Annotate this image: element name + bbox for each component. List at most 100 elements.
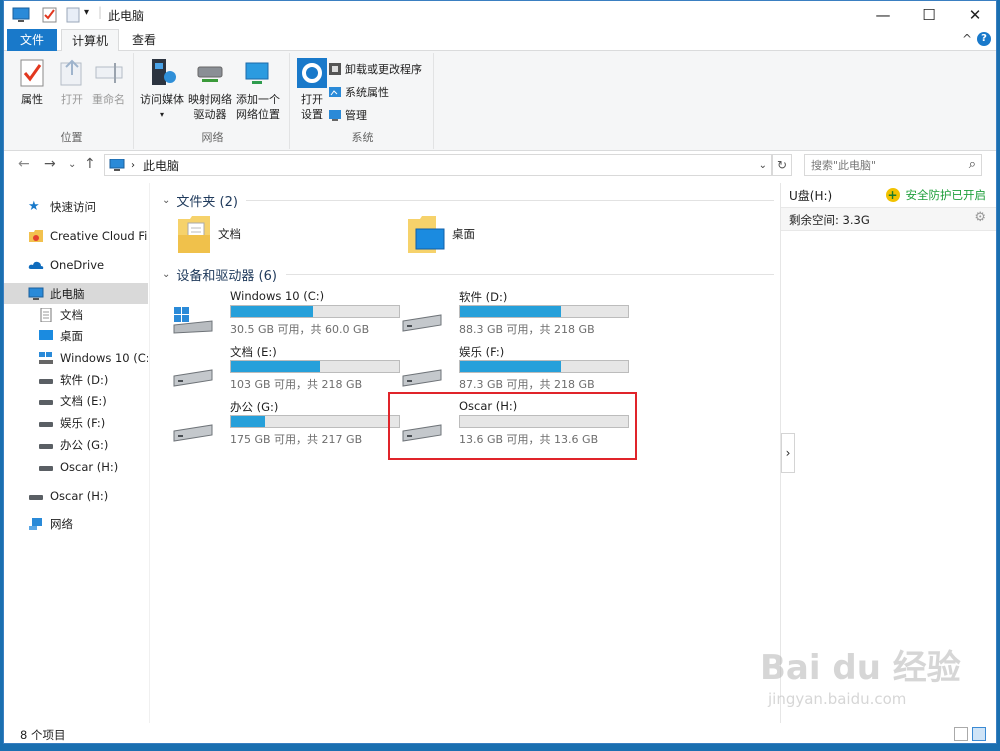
pc-icon (109, 159, 125, 171)
cloud-icon (28, 261, 44, 269)
folders-group-header[interactable]: ⌄ 文件夹 (2) (162, 191, 238, 210)
group-network-label: 网络 (201, 131, 224, 144)
nav-item-this-pc[interactable]: 此电脑 (4, 283, 148, 304)
capacity-fill (460, 306, 561, 317)
capacity-bar (459, 360, 629, 373)
nav-item-label: 快速访问 (50, 199, 96, 214)
system-properties-button[interactable]: 系统属性 (328, 82, 389, 102)
drive-item-d[interactable]: 软件 (D:) 88.3 GB 可用，共 218 GB (401, 289, 631, 341)
drive-free-space: 30.5 GB 可用，共 60.0 GB (230, 323, 370, 336)
address-bar[interactable]: › 此电脑 ⌄ (104, 154, 772, 176)
nav-item-label: 软件 (D:) (60, 372, 109, 387)
nav-item-label: 文档 (E:) (60, 393, 107, 408)
folder-label: 桌面 (452, 227, 475, 241)
nav-item-drive-d[interactable]: 软件 (D:) (4, 369, 148, 390)
drive-item-g[interactable]: 办公 (G:) 175 GB 可用，共 217 GB (172, 399, 402, 451)
refresh-icon[interactable]: ↻ (772, 154, 792, 176)
quick-access-dropdown-icon[interactable]: ▾ (84, 7, 89, 25)
new-folder-icon[interactable] (66, 6, 80, 24)
tiles-view-icon[interactable] (972, 727, 986, 741)
search-placeholder: 搜索"此电脑" (811, 159, 877, 172)
nav-item-documents[interactable]: 文档 (4, 304, 148, 325)
rename-label: 重命名 (92, 93, 125, 106)
collapse-chevron-icon[interactable]: ⌄ (162, 269, 170, 280)
nav-item-creative-cloud[interactable]: Creative Cloud Files (4, 225, 148, 246)
nav-item-network[interactable]: 网络 (4, 513, 148, 534)
add-network-location-button[interactable]: 添加一个 网络位置 (236, 57, 280, 122)
security-status[interactable]: + 安全防护已开启 (885, 187, 987, 203)
nav-item-drive-e[interactable]: 文档 (E:) (4, 390, 148, 411)
manage-label: 管理 (345, 109, 367, 122)
search-input[interactable]: 搜索"此电脑" ⌕ (804, 154, 982, 176)
nav-item-drive-g[interactable]: 办公 (G:) (4, 434, 148, 455)
uninstall-program-button[interactable]: 卸载或更改程序 (328, 59, 422, 79)
address-dropdown-icon[interactable]: ⌄ (759, 160, 767, 171)
drives-group-header[interactable]: ⌄ 设备和驱动器 (6) (162, 265, 277, 284)
open-settings-button[interactable]: 打开 设置 (296, 57, 328, 122)
properties-icon[interactable] (42, 6, 58, 24)
expand-panel-chevron-icon[interactable]: › (781, 433, 795, 473)
nav-item-desktop[interactable]: 桌面 (4, 325, 148, 346)
drive-item-c[interactable]: Windows 10 (C:) 30.5 GB 可用，共 60.0 GB (172, 289, 402, 341)
back-icon[interactable]: ← (18, 156, 30, 172)
drive-free-space: 87.3 GB 可用，共 218 GB (459, 378, 595, 391)
tab-file[interactable]: 文件 (7, 29, 57, 51)
drive-icon (402, 314, 442, 332)
drive-free-space: 88.3 GB 可用，共 218 GB (459, 323, 595, 336)
nav-item-drive-h[interactable]: Oscar (H:) (4, 456, 148, 477)
folder-item-documents[interactable]: 文档 (176, 213, 241, 255)
nav-item-drive-c[interactable]: Windows 10 (C:) (4, 347, 148, 368)
close-button[interactable]: ✕ (952, 1, 996, 29)
ribbon-tabs: 文件 计算机 查看 ^ ? (4, 29, 996, 52)
drive-item-f[interactable]: 娱乐 (F:) 87.3 GB 可用，共 218 GB (401, 344, 631, 396)
nav-item-onedrive[interactable]: OneDrive (4, 254, 148, 275)
collapse-ribbon-icon[interactable]: ^ (962, 32, 972, 46)
breadcrumb-chevron-icon[interactable]: › (131, 160, 135, 171)
open-button[interactable]: 打开 (56, 57, 88, 107)
recent-locations-icon[interactable]: ⌄ (68, 159, 76, 170)
maximize-button[interactable]: ☐ (906, 1, 952, 29)
pc-icon[interactable] (12, 6, 30, 24)
properties-button[interactable]: 属性 (16, 57, 48, 107)
add-network-location-label: 添加一个 网络位置 (236, 93, 280, 121)
drive-item-e[interactable]: 文档 (E:) 103 GB 可用，共 218 GB (172, 344, 402, 396)
gear-icon[interactable]: ⚙ (974, 210, 986, 225)
nav-item-label: Oscar (H:) (50, 488, 109, 503)
collapse-chevron-icon[interactable]: ⌄ (162, 195, 170, 206)
minimize-button[interactable]: — (860, 1, 906, 29)
manage-icon (329, 110, 341, 121)
up-icon[interactable]: ↑ (84, 156, 96, 172)
breadcrumb[interactable]: 此电脑 (143, 157, 179, 174)
windows-drive-icon (173, 307, 213, 334)
tab-computer[interactable]: 计算机 (61, 29, 119, 52)
network-icon (29, 517, 42, 530)
watermark-logo: Bai du 经验 (760, 648, 961, 688)
rename-button[interactable]: 重命名 (92, 57, 125, 107)
status-bar: 8 个项目 (4, 723, 996, 743)
group-system: 打开 设置 卸载或更改程序 系统属性 管理 系统 (292, 53, 434, 149)
nav-item-drive-f[interactable]: 娱乐 (F:) (4, 412, 148, 433)
tab-view[interactable]: 查看 (122, 29, 166, 51)
search-icon[interactable]: ⌕ (969, 157, 976, 172)
navigation-pane: ★ 快速访问 Creative Cloud Files OneDrive 此电脑 (4, 183, 150, 723)
map-drive-button[interactable]: 映射网络 驱动器 (188, 57, 232, 122)
drive-name: Windows 10 (C:) (230, 289, 325, 303)
capacity-fill (231, 306, 314, 317)
manage-button[interactable]: 管理 (328, 105, 367, 125)
settings-icon (297, 58, 327, 88)
nav-item-label: 娱乐 (F:) (60, 415, 106, 430)
security-status-label: 安全防护已开启 (905, 188, 987, 202)
nav-item-usb-h[interactable]: Oscar (H:) (4, 485, 148, 506)
open-label: 打开 (61, 93, 83, 106)
nav-item-label: Windows 10 (C:) (60, 350, 148, 365)
forward-icon[interactable]: → (44, 156, 56, 172)
folder-item-desktop[interactable]: 桌面 (406, 213, 475, 255)
capacity-bar (230, 360, 400, 373)
drive-name: 娱乐 (F:) (459, 345, 505, 359)
details-view-icon[interactable] (954, 727, 968, 741)
access-media-button[interactable]: 访问媒体 ▾ (140, 57, 184, 122)
nav-item-quick-access[interactable]: ★ 快速访问 (4, 196, 148, 217)
uninstall-label: 卸载或更改程序 (345, 63, 422, 76)
system-properties-label: 系统属性 (345, 86, 389, 99)
help-icon[interactable]: ? (977, 32, 991, 46)
